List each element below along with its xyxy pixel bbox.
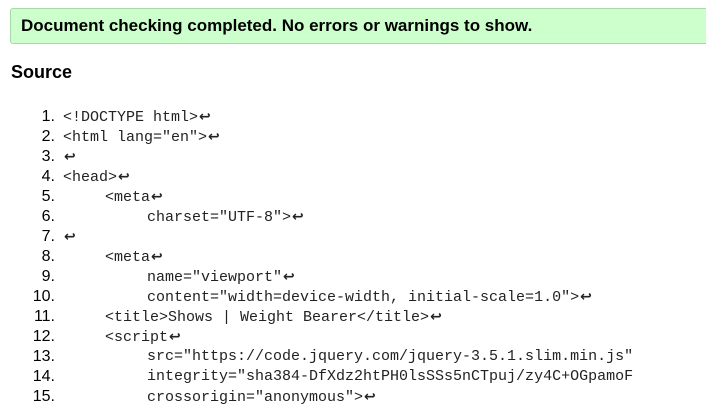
source-line: 10. content="width=device-width, initial… (0, 287, 706, 307)
code-text: <head> (63, 169, 118, 186)
line-number: 13. (32, 348, 55, 365)
code-text: <!DOCTYPE html> (63, 109, 199, 126)
line-number: 3. (41, 148, 55, 165)
linefeed-icon: ↩ (169, 329, 181, 345)
linefeed-icon: ↩ (283, 269, 295, 285)
line-number: 5. (41, 188, 55, 205)
line-number: 1. (41, 108, 55, 125)
line-number: 14. (32, 368, 55, 385)
code-text: crossorigin="anonymous"> (147, 389, 364, 406)
code-text: name="viewport" (147, 269, 283, 286)
linefeed-icon: ↩ (292, 209, 304, 225)
linefeed-icon: ↩ (151, 189, 163, 205)
source-line: 8. <meta↩ (0, 247, 706, 267)
code-text: <meta (105, 249, 151, 266)
source-line: 5. <meta↩ (0, 187, 706, 207)
line-number: 6. (41, 208, 55, 225)
linefeed-icon: ↩ (151, 249, 163, 265)
line-number: 9. (41, 268, 55, 285)
linefeed-icon: ↩ (364, 389, 376, 405)
source-line: 4. <head>↩ (0, 167, 706, 187)
linefeed-icon: ↩ (64, 149, 76, 165)
status-banner: Document checking completed. No errors o… (10, 8, 706, 44)
line-number: 8. (41, 248, 55, 265)
linefeed-icon: ↩ (580, 289, 592, 305)
source-line: 12. <script↩ (0, 327, 706, 347)
source-line: 11. <title>Shows | Weight Bearer</title>… (0, 307, 706, 327)
source-line: 13. src="https://code.jquery.com/jquery-… (0, 347, 706, 367)
line-number: 10. (32, 288, 55, 305)
code-text: <html lang="en"> (63, 129, 208, 146)
source-line: 15. crossorigin="anonymous">↩ (0, 387, 706, 407)
code-text: src="https://code.jquery.com/jquery-3.5.… (147, 348, 634, 365)
source-line: 7. ↩ (0, 227, 706, 247)
source-line: 9. name="viewport"↩ (0, 267, 706, 287)
source-code-list: 1. <!DOCTYPE html>↩ 2. <html lang="en">↩… (0, 107, 706, 407)
code-text: <script (105, 329, 169, 346)
linefeed-icon: ↩ (430, 309, 442, 325)
code-text: <title>Shows | Weight Bearer</title> (105, 309, 430, 326)
source-line: 3. ↩ (0, 147, 706, 167)
code-text: charset="UTF-8"> (147, 209, 292, 226)
source-line: 1. <!DOCTYPE html>↩ (0, 107, 706, 127)
linefeed-icon: ↩ (208, 129, 220, 145)
source-line: 14. integrity="sha384-DfXdz2htPH0lsSSs5n… (0, 367, 706, 387)
source-line: 2. <html lang="en">↩ (0, 127, 706, 147)
code-text: content="width=device-width, initial-sca… (147, 289, 580, 306)
line-number: 2. (41, 128, 55, 145)
linefeed-icon: ↩ (64, 229, 76, 245)
line-number: 11. (33, 308, 55, 325)
line-number: 12. (32, 328, 55, 345)
line-number: 4. (41, 168, 55, 185)
status-message: Document checking completed. No errors o… (21, 16, 533, 35)
code-text: <meta (105, 189, 151, 206)
code-text: integrity="sha384-DfXdz2htPH0lsSSs5nCTpu… (147, 368, 634, 385)
source-line: 6. charset="UTF-8">↩ (0, 207, 706, 227)
linefeed-icon: ↩ (118, 169, 130, 185)
source-heading: Source (11, 62, 73, 82)
line-number: 7. (41, 228, 55, 245)
line-number: 15. (32, 388, 55, 405)
linefeed-icon: ↩ (199, 109, 211, 125)
